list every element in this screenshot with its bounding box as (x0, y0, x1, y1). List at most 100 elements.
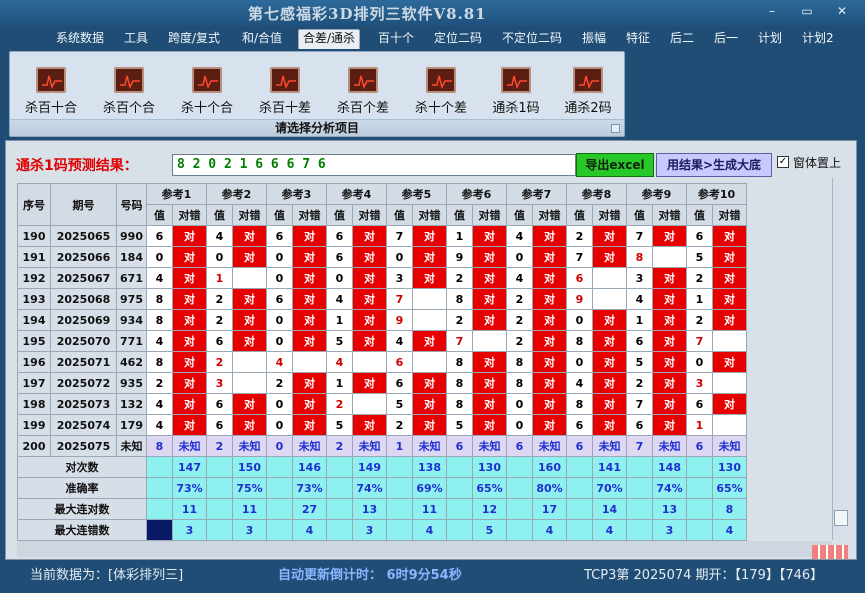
stats-value: 13 (352, 498, 387, 520)
predicted-value-cell: 2 (206, 435, 233, 457)
kill-hundreds-tens-sum-button[interactable]: 杀百十合 (15, 67, 87, 116)
header-ref[interactable]: 参考6 (446, 183, 507, 205)
table-row[interactable]: 193 2025068 975 8 对 2 对 6 对 4 对 7 8 对 2 对 9 4 对 1 对 (17, 288, 747, 310)
header-ref[interactable]: 参考7 (506, 183, 567, 205)
ref-value-cell: 2 (506, 309, 533, 331)
always-on-top-checkbox[interactable]: ✓ (777, 156, 789, 168)
ref-result-cell: 对 (292, 288, 327, 310)
table-row[interactable]: 194 2025069 934 8 对 2 对 0 对 1 对 9 2 对 2 对 0 对 1 对 2 对 (17, 309, 747, 331)
ref-result-cell: 对 (172, 309, 207, 331)
ref-result-cell: 对 (412, 372, 447, 394)
row-number: 990 (116, 225, 147, 247)
ref-result-cell: 对 (172, 246, 207, 268)
stats-spacer (326, 477, 353, 499)
table-footer-area (17, 541, 832, 557)
menu-last-two[interactable]: 后二 (666, 30, 698, 50)
menu-sum-value[interactable]: 和/合值 (238, 30, 286, 50)
row-number: 935 (116, 372, 147, 394)
status-bar: 当前数据为：[体彩排列三] 自动更新倒计时： 6时9分54秒 TCP3第 202… (0, 563, 865, 593)
ref-value-cell: 0 (266, 246, 293, 268)
ref-result-cell (652, 246, 687, 268)
prediction-result-field[interactable]: 8 2 0 2 1 6 6 6 7 6 (172, 154, 576, 176)
ref-value-cell: 4 (146, 393, 173, 415)
kill-hundreds-units-sum-button[interactable]: 杀百个合 (93, 67, 165, 116)
close-icon[interactable]: ✕ (832, 4, 852, 18)
menu-amplitude[interactable]: 振幅 (578, 30, 610, 50)
ref-value-cell: 1 (326, 309, 353, 331)
table-row[interactable]: 197 2025072 935 2 对 3 2 对 1 对 6 对 8 对 8 对 4 对 2 对 3 (17, 372, 747, 394)
table-row[interactable]: 198 2025073 132 4 对 6 对 0 对 2 5 对 8 对 0 对 8 对 7 对 6 对 (17, 393, 747, 415)
ref-result-cell: 对 (712, 246, 747, 268)
stats-spacer (686, 456, 713, 478)
header-ref[interactable]: 参考10 (686, 183, 747, 205)
stats-spacer (206, 519, 233, 541)
menu-system-data[interactable]: 系统数据 (52, 30, 108, 50)
ref-value-cell: 9 (446, 246, 473, 268)
menu-tools[interactable]: 工具 (120, 30, 152, 50)
row-seq: 199 (17, 414, 51, 436)
ref-value-cell: 7 (686, 330, 713, 352)
ref-value-cell: 2 (566, 225, 593, 247)
table-row[interactable]: 196 2025071 462 8 对 2 4 4 6 8 对 8 对 0 对 5 对 0 对 (17, 351, 747, 373)
ref-result-cell: 对 (592, 372, 627, 394)
kill-tens-units-sum-button[interactable]: 杀十个合 (171, 67, 243, 116)
menu-sum-diff-kill[interactable]: 合差/通杀 (298, 29, 361, 49)
ref-result-cell: 对 (172, 351, 207, 373)
resize-grip[interactable] (812, 545, 848, 559)
subheader-value: 值 (686, 204, 713, 226)
ref-result-cell: 对 (292, 372, 327, 394)
ref-value-cell: 2 (446, 267, 473, 289)
menu-features[interactable]: 特征 (622, 30, 654, 50)
row-number: 179 (116, 414, 147, 436)
table-row[interactable]: 192 2025067 671 4 对 1 0 对 0 对 3 对 2 对 4 对 6 3 对 2 对 (17, 267, 747, 289)
ref-result-cell: 对 (712, 309, 747, 331)
restore-icon[interactable]: ▭ (797, 4, 817, 18)
ref-result-cell: 对 (592, 225, 627, 247)
ref-value-cell: 4 (146, 330, 173, 352)
ref-value-cell: 6 (686, 393, 713, 415)
prediction-row[interactable]: 200 2025075 未知 8 未知 2 未知 0 未知 2 未知 1 未知 6 未知 6 未知 6 未知 7 未知 6… (17, 435, 747, 457)
table-row[interactable]: 199 2025074 179 4 对 6 对 0 对 5 对 2 对 5 对 0 对 6 对 6 对 1 (17, 414, 747, 436)
header-ref[interactable]: 参考1 (146, 183, 207, 205)
menu-plan[interactable]: 计划 (754, 30, 786, 50)
dialog-launcher-icon[interactable] (611, 124, 620, 133)
menu-span-compound[interactable]: 跨度/复式 (164, 30, 224, 50)
kill-hundreds-units-diff-button[interactable]: 杀百个差 (327, 67, 399, 116)
header-ref[interactable]: 参考3 (266, 183, 327, 205)
ref-result-cell: 对 (472, 267, 507, 289)
ref-value-cell: 8 (506, 351, 533, 373)
stats-value: 150 (232, 456, 267, 478)
ref-result-cell: 对 (652, 372, 687, 394)
header-ref[interactable]: 参考2 (206, 183, 267, 205)
scrollbar-thumb[interactable] (834, 510, 848, 526)
menu-position-two[interactable]: 定位二码 (430, 30, 486, 50)
ref-result-cell: 对 (712, 267, 747, 289)
header-ref[interactable]: 参考5 (386, 183, 447, 205)
header-ref[interactable]: 参考9 (626, 183, 687, 205)
ref-value-cell: 7 (446, 330, 473, 352)
ref-result-cell: 对 (352, 246, 387, 268)
table-row[interactable]: 190 2025065 990 6 对 4 对 6 对 6 对 7 对 1 对 4 对 2 对 7 对 6 对 (17, 225, 747, 247)
table-row[interactable]: 191 2025066 184 0 对 0 对 0 对 6 对 0 对 9 对 0 对 7 对 8 5 对 (17, 246, 747, 268)
ribbon-panel: 杀百十合 杀百个合 杀十个合 杀百十差 杀百个差 杀十个差 通杀1码 通杀2码 … (9, 51, 625, 137)
kill-two-code-button[interactable]: 通杀2码 (552, 67, 624, 116)
kill-hundreds-tens-diff-button[interactable]: 杀百十差 (249, 67, 321, 116)
minimize-icon[interactable]: – (762, 4, 782, 18)
menu-non-position-two[interactable]: 不定位二码 (498, 30, 566, 50)
latest-draw-info: TCP3第 2025074 期开：【179】【746】 (584, 568, 824, 583)
menu-hundreds-tens-units[interactable]: 百十个 (374, 30, 418, 50)
ref-result-cell (232, 372, 267, 394)
kill-one-code-button[interactable]: 通杀1码 (480, 67, 552, 116)
header-ref[interactable]: 参考8 (566, 183, 627, 205)
stats-spacer (506, 519, 533, 541)
generate-base-button[interactable]: 用结果>生成大底 (656, 153, 772, 177)
export-excel-button[interactable]: 导出excel (576, 153, 654, 177)
kill-tens-units-diff-button[interactable]: 杀十个差 (405, 67, 477, 116)
vertical-scrollbar[interactable] (832, 178, 849, 540)
table-row[interactable]: 195 2025070 771 4 对 6 对 0 对 5 对 4 对 7 2 对 8 对 6 对 7 (17, 330, 747, 352)
menu-last-one[interactable]: 后一 (710, 30, 742, 50)
ref-result-cell: 对 (292, 225, 327, 247)
ref-value-cell: 8 (566, 393, 593, 415)
header-ref[interactable]: 参考4 (326, 183, 387, 205)
menu-plan2[interactable]: 计划2 (798, 30, 838, 50)
